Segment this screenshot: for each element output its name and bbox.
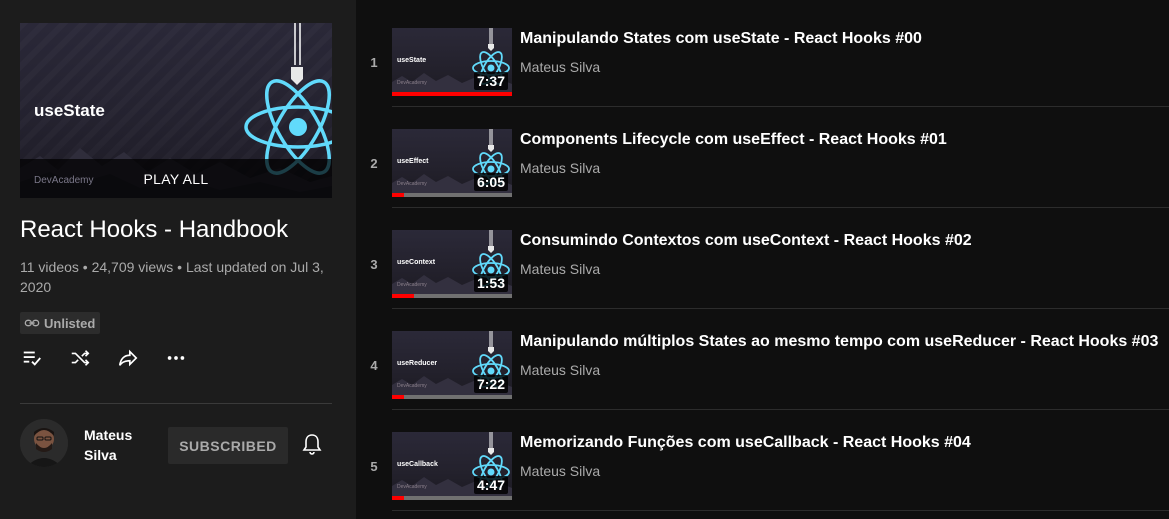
playlist-video-item[interactable]: 5 useCallback DevAcademy 4:47 Memorizand… [356, 410, 1169, 511]
video-duration: 7:22 [473, 375, 508, 393]
video-channel-name[interactable]: Mateus Silva [520, 463, 600, 479]
shuffle-button[interactable] [68, 346, 92, 370]
thumbnail-text: useCallback [397, 461, 438, 468]
playlist-add-check-icon [23, 351, 41, 366]
link-icon [24, 319, 40, 327]
playlist-sidebar: DevAcademy useState PLAY ALL React Hooks… [0, 0, 356, 519]
playlist-page: DevAcademy useState PLAY ALL React Hooks… [0, 0, 1169, 519]
more-horiz-icon [167, 356, 185, 360]
video-title[interactable]: Manipulando States com useState - React … [520, 30, 922, 48]
channel-name[interactable]: Mateus Silva [84, 425, 144, 465]
more-button[interactable] [164, 346, 188, 370]
watch-progress-track [392, 294, 512, 298]
thumbnail-text: useState [397, 57, 427, 64]
channel-avatar[interactable] [20, 419, 68, 467]
video-channel-name[interactable]: Mateus Silva [520, 261, 600, 277]
video-thumbnail[interactable]: useReducer DevAcademy 7:22 [392, 331, 512, 399]
playlist-video-item[interactable]: 3 useContext DevAcademy 1:53 Consumindo … [356, 208, 1169, 309]
hero-brand-label: DevAcademy [34, 175, 94, 186]
playlist-video-list: 1 useState DevAcademy 7:37 Manipulando S… [356, 0, 1169, 519]
playlist-video-item[interactable]: 4 useReducer DevAcademy 7:22 Manipulando… [356, 309, 1169, 410]
video-duration: 4:47 [473, 476, 508, 494]
playlist-actions [20, 346, 212, 370]
playlist-hero-thumbnail[interactable]: DevAcademy useState PLAY ALL [20, 23, 332, 198]
watch-progress-fill [392, 193, 404, 197]
hero-thumbnail-text: useState [34, 101, 105, 120]
bell-icon[interactable] [300, 432, 324, 456]
share-icon [118, 349, 138, 367]
video-title[interactable]: Manipulando múltiplos States ao mesmo te… [520, 333, 1158, 351]
video-thumbnail[interactable]: useEffect DevAcademy 6:05 [392, 129, 512, 197]
shuffle-icon [71, 350, 90, 366]
privacy-badge-label: Unlisted [44, 315, 96, 331]
watch-progress-fill [392, 395, 404, 399]
video-index: 3 [370, 257, 378, 272]
video-title[interactable]: Consumindo Contextos com useContext - Re… [520, 232, 972, 250]
watch-progress-track [392, 92, 512, 96]
thumbnail-brand: DevAcademy [397, 80, 427, 86]
video-duration: 7:37 [473, 72, 508, 90]
watch-progress-track [392, 395, 512, 399]
video-channel-name[interactable]: Mateus Silva [520, 59, 600, 75]
thumbnail-brand: DevAcademy [397, 181, 427, 187]
video-channel-name[interactable]: Mateus Silva [520, 362, 600, 378]
video-thumbnail[interactable]: useState DevAcademy 7:37 [392, 28, 512, 96]
playlist-title[interactable]: React Hooks - Handbook [20, 216, 288, 244]
share-button[interactable] [116, 346, 140, 370]
thumbnail-text: useReducer [397, 360, 438, 367]
sidebar-divider [20, 403, 332, 404]
avatar-image [20, 419, 68, 467]
thumbnail-brand: DevAcademy [397, 383, 427, 389]
video-index: 4 [370, 358, 378, 373]
subscribe-button[interactable]: SUBSCRIBED [168, 427, 288, 464]
playlist-stats: 11 videos • 24,709 views • Last updated … [20, 259, 324, 295]
thumbnail-text: useEffect [397, 158, 429, 165]
watch-progress-track [392, 193, 512, 197]
video-index: 5 [370, 459, 378, 474]
playlist-video-item[interactable]: 2 useEffect DevAcademy 6:05 Components L… [356, 107, 1169, 208]
video-title[interactable]: Memorizando Funções com useCallback - Re… [520, 434, 971, 452]
video-thumbnail[interactable]: useCallback DevAcademy 4:47 [392, 432, 512, 500]
thumbnail-text: useContext [397, 259, 436, 266]
privacy-badge: Unlisted [20, 312, 101, 334]
save-to-queue-button[interactable] [20, 346, 44, 370]
video-index: 2 [370, 156, 378, 171]
watch-progress-track [392, 496, 512, 500]
video-channel-name[interactable]: Mateus Silva [520, 160, 600, 176]
video-thumbnail[interactable]: useContext DevAcademy 1:53 [392, 230, 512, 298]
watch-progress-fill [392, 92, 512, 96]
video-index: 1 [370, 55, 378, 70]
thumbnail-brand: DevAcademy [397, 484, 427, 490]
playlist-video-item[interactable]: 1 useState DevAcademy 7:37 Manipulando S… [356, 6, 1169, 107]
thumbnail-brand: DevAcademy [397, 282, 427, 288]
watch-progress-fill [392, 496, 404, 500]
video-duration: 1:53 [473, 274, 508, 292]
video-duration: 6:05 [473, 173, 508, 191]
video-title[interactable]: Components Lifecycle com useEffect - Rea… [520, 131, 947, 149]
item-divider [392, 510, 1169, 511]
watch-progress-fill [392, 294, 414, 298]
